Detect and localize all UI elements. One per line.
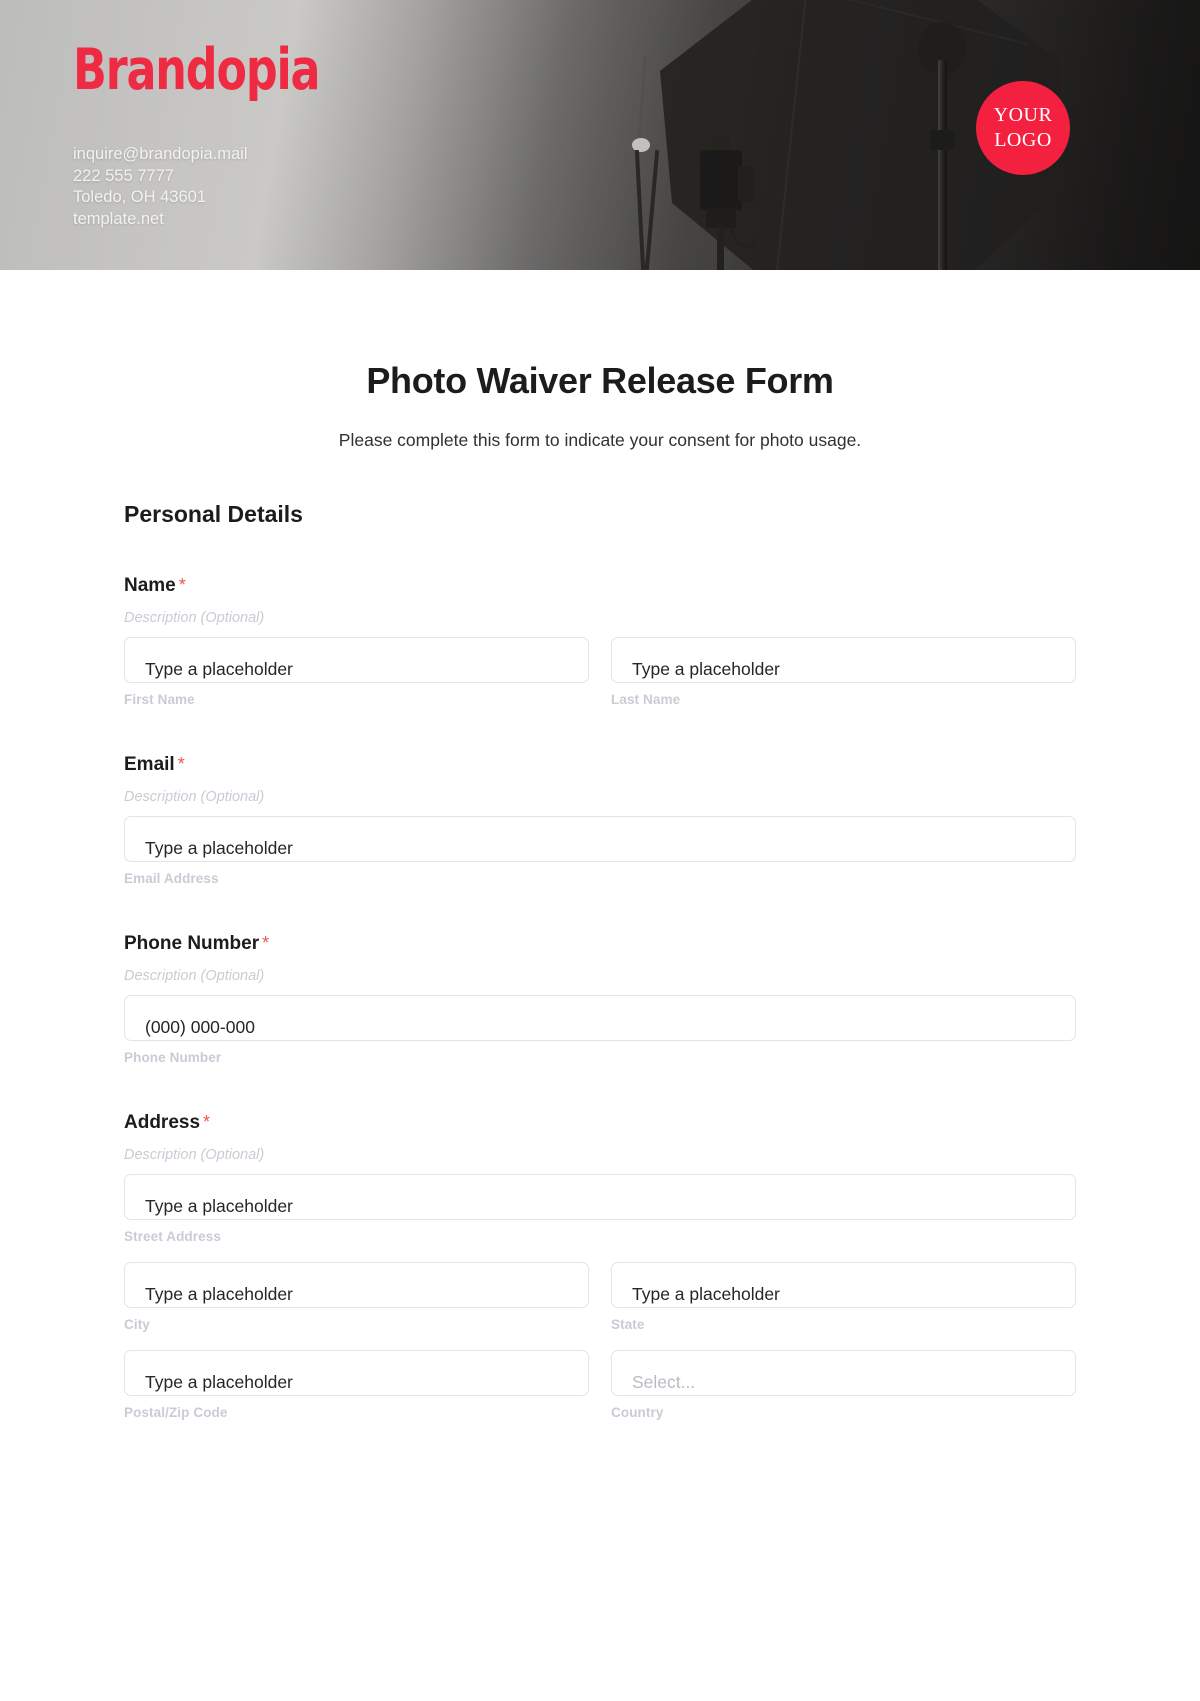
phone-number-input[interactable]: (000) 000-000 <box>124 995 1076 1041</box>
sub-label-last-name: Last Name <box>611 692 681 707</box>
page-subtitle: Please complete this form to indicate yo… <box>338 430 862 450</box>
contact-phone: 222 555 7777 <box>73 166 174 185</box>
brand-wordmark: Brandopia <box>73 37 321 103</box>
required-asterisk: * <box>262 933 270 953</box>
city-input[interactable]: Type a placeholder <box>124 1262 589 1308</box>
input-row-street-address: Type a placeholder Street Address <box>124 1174 1076 1244</box>
sub-label-state: State <box>611 1317 645 1332</box>
field-name: Name * Description (Optional) Type a plac… <box>124 575 1076 707</box>
input-row-email: Type a placeholder Email Address <box>124 816 1076 886</box>
field-label-text: Phone Number <box>124 933 260 954</box>
field-label-text: Email <box>124 754 175 775</box>
postal-code-input[interactable]: Type a placeholder <box>124 1350 589 1396</box>
field-description-email: Description (Optional) <box>124 789 265 805</box>
input-group-street-address: Type a placeholder Street Address <box>124 1174 1076 1244</box>
field-label-phone-number: Phone Number * <box>124 933 1076 955</box>
sub-label-postal-code: Postal/Zip Code <box>124 1405 228 1420</box>
logo-badge-line-2: LOGO <box>994 129 1052 151</box>
page-title: Photo Waiver Release Form <box>366 360 834 401</box>
required-asterisk: * <box>177 754 185 774</box>
input-row-phone: (000) 000-000 Phone Number <box>124 995 1076 1065</box>
sub-label-email-address: Email Address <box>124 871 219 886</box>
input-group-first-name: Type a placeholder First Name <box>124 637 589 707</box>
state-input[interactable]: Type a placeholder <box>611 1262 1076 1308</box>
input-row-city-state: Type a placeholder City Type a placehold… <box>124 1262 1076 1332</box>
sub-label-first-name: First Name <box>124 692 195 707</box>
field-phone-number: Phone Number * Description (Optional) (00… <box>124 933 1076 1065</box>
field-description-name: Description (Optional) <box>124 610 265 626</box>
input-group-email-address: Type a placeholder Email Address <box>124 816 1076 886</box>
input-group-state: Type a placeholder State <box>611 1262 1076 1332</box>
input-group-country: Select... Country <box>611 1350 1076 1420</box>
required-asterisk: * <box>178 575 186 595</box>
sub-label-city: City <box>124 1317 150 1332</box>
input-group-last-name: Type a placeholder Last Name <box>611 637 1076 707</box>
your-logo-badge: YOUR LOGO <box>976 81 1070 175</box>
form-body: Photo Waiver Release Form Please complet… <box>0 360 1200 1420</box>
street-address-input[interactable]: Type a placeholder <box>124 1174 1076 1220</box>
field-label-name: Name * <box>124 575 1076 597</box>
field-description-phone-number: Description (Optional) <box>124 968 265 984</box>
contact-address: Toledo, OH 43601 <box>73 188 207 206</box>
input-row-postal-country: Type a placeholder Postal/Zip Code Selec… <box>124 1350 1076 1420</box>
field-label-address: Address * <box>124 1112 1076 1134</box>
page-header: Brandopia inquire@brandopia.mail 222 555… <box>0 0 1200 270</box>
logo-badge-line-1: YOUR <box>993 104 1053 126</box>
sub-label-phone-number: Phone Number <box>124 1050 222 1065</box>
input-group-city: Type a placeholder City <box>124 1262 589 1332</box>
input-group-postal-code: Type a placeholder Postal/Zip Code <box>124 1350 589 1420</box>
field-description-address: Description (Optional) <box>124 1147 265 1163</box>
last-name-input[interactable]: Type a placeholder <box>611 637 1076 683</box>
field-label-text: Address <box>124 1112 201 1133</box>
email-input[interactable]: Type a placeholder <box>124 816 1076 862</box>
input-row-name: Type a placeholder First Name Type a pla… <box>124 637 1076 707</box>
field-label-text: Name <box>124 575 176 596</box>
sub-label-street-address: Street Address <box>124 1229 221 1244</box>
field-address: Address * Description (Optional) Type a p… <box>124 1112 1076 1420</box>
contact-email: inquire@brandopia.mail <box>73 145 248 163</box>
contact-website: template.net <box>73 209 164 228</box>
sub-label-country: Country <box>611 1405 664 1420</box>
required-asterisk: * <box>203 1112 211 1132</box>
field-label-email: Email * <box>124 754 1076 776</box>
input-group-phone-number: (000) 000-000 Phone Number <box>124 995 1076 1065</box>
brand-contact-info: inquire@brandopia.mail 222 555 7777 Tole… <box>73 144 248 230</box>
first-name-input[interactable]: Type a placeholder <box>124 637 589 683</box>
country-select[interactable]: Select... <box>611 1350 1076 1396</box>
field-email: Email * Description (Optional) Type a pla… <box>124 754 1076 886</box>
section-heading-personal-details: Personal Details <box>124 501 303 527</box>
